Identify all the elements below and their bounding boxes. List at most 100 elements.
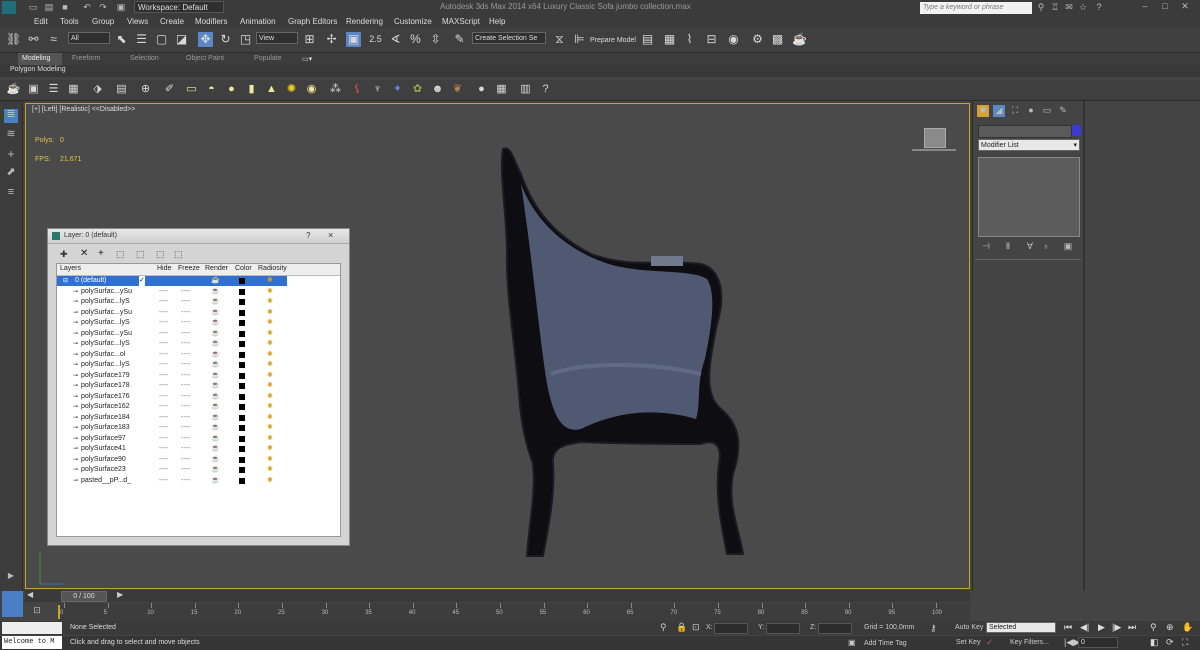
align-icon[interactable]: ⊫ [572,32,587,47]
hierarchy-tab-icon[interactable]: ⛶ [1009,105,1021,117]
reference-coordinate-dropdown[interactable]: View [256,32,298,44]
object-icon[interactable]: ⊸ [73,381,78,391]
key-filters-button[interactable]: Key Filters... [1010,639,1049,646]
layer-color-swatch[interactable] [239,456,245,463]
layer-stack-icon[interactable]: ≣ [4,109,18,123]
hide-toggle[interactable]: ---- [159,381,168,391]
time-slider-thumb[interactable]: 0 / 100 [61,591,107,602]
sphere-icon[interactable]: ● [224,82,239,97]
expand-arrow-icon[interactable]: ▶ [4,571,18,585]
col-color[interactable]: Color [235,265,252,272]
curve-editor-icon[interactable]: ⌇ [682,32,697,47]
select-and-move-icon[interactable]: ✥ [198,32,213,47]
layer-color-swatch[interactable] [239,309,245,316]
previous-frame-icon[interactable]: ◀| [1080,622,1089,633]
x-coordinate-field[interactable] [714,623,748,634]
render-teapot-icon[interactable]: ☕ [211,350,220,360]
object-icon[interactable]: ⊸ [73,413,78,423]
object-color-swatch[interactable] [1072,125,1081,136]
time-slider[interactable]: 0 / 100 ◀ ▶ [25,590,970,602]
render-teapot-icon[interactable]: ☕ [211,434,220,444]
ribbon-options-icon[interactable]: ▭▾ [302,55,312,63]
teapot-icon[interactable]: ☕ [6,82,21,97]
render-teapot-icon[interactable]: ☕ [211,423,220,433]
select-objects-icon[interactable]: ⬚ [116,249,125,260]
layer-row[interactable]: polySurface162 ⊸ ---- ---- ☕ ✺ [57,402,287,412]
freeze-toggle[interactable]: ---- [181,381,190,391]
material-ball-icon[interactable]: ● [474,82,489,97]
render-setup-icon[interactable]: ⚙ [750,32,765,47]
unlink-icon[interactable]: ⚯ [26,32,41,47]
radiosity-icon[interactable]: ✺ [267,318,273,328]
utilities-tab-icon[interactable]: ✎ [1057,105,1069,117]
make-unique-icon[interactable]: ∀ [1025,241,1035,251]
radiosity-icon[interactable]: ✺ [267,297,273,307]
create-layer-icon[interactable]: ✚ [60,249,68,260]
material-editor-icon[interactable]: ◉ [726,32,741,47]
object-icon[interactable]: ⊸ [73,329,78,339]
open-file-icon[interactable]: ▤ [44,2,54,12]
viewport-label[interactable]: [+] [Left] [Realistic] <<Disabled>> [32,106,135,113]
collapse-icon[interactable]: ⊟ [63,276,68,286]
freeze-toggle[interactable]: ---- [181,318,190,328]
modifier-stack-list[interactable] [978,157,1080,237]
render-teapot-icon[interactable]: ☕ [211,287,220,297]
layer-color-swatch[interactable] [239,330,245,337]
object-icon[interactable]: ⊸ [73,318,78,328]
go-to-end-icon[interactable]: ⏭ [1128,622,1136,633]
layer-row[interactable]: polySurfac...ySu ⊸ ---- ---- ☕ ✺ [57,308,287,318]
select-manipulate-icon[interactable]: ✢ [324,32,339,47]
graphite-toggle-icon[interactable]: ▦ [662,32,677,47]
render-teapot-icon[interactable]: ☕ [211,329,220,339]
remove-modifier-icon[interactable]: ♁ [1041,241,1051,251]
prev-frame-icon[interactable]: ◀ [27,590,33,599]
menu-views[interactable]: Views [127,17,148,26]
object-icon[interactable]: ⊸ [73,444,78,454]
subscription-icon[interactable]: ♖ [1050,2,1060,12]
layer-list[interactable]: Layers Hide Freeze Render Color Radiosit… [56,263,341,537]
hide-toggle[interactable]: ---- [159,287,168,297]
hide-toggle[interactable]: ---- [159,308,168,318]
pan-icon[interactable]: ✋ [1182,622,1193,633]
list-icon[interactable]: ☰ [46,82,61,97]
hide-all-icon[interactable]: ⬚ [156,249,165,260]
isolate-icon[interactable]: ⚲ [660,622,667,633]
hide-toggle[interactable]: ---- [159,329,168,339]
redo-icon[interactable]: ↷ [98,2,108,12]
radiosity-icon[interactable]: ✺ [267,476,273,486]
particle-icon[interactable]: ⁂ [328,82,343,97]
keyboard-shortcut-override-icon[interactable]: ▣ [346,32,361,47]
render-teapot-icon[interactable]: ☕ [211,455,220,465]
motion-tab-icon[interactable]: ● [1025,105,1037,117]
snaps-toggle-icon[interactable]: 2.5 [368,32,383,47]
y-coordinate-field[interactable] [766,623,800,634]
select-and-rotate-icon[interactable]: ↻ [218,32,233,47]
tab-freeform[interactable]: Freeform [72,55,100,62]
search-input[interactable]: Type a keyword or phrase [920,2,1032,14]
chair-model[interactable] [481,144,801,564]
table-icon[interactable]: ▦ [66,82,81,97]
render-teapot-icon[interactable]: ☕ [211,392,220,402]
next-frame-button-icon[interactable]: |▶ [1112,622,1121,633]
media-icon[interactable]: ▥ [518,82,533,97]
spinner-snap-icon[interactable]: ⇳ [428,32,443,47]
xref-icon[interactable]: ⬗ [90,82,105,97]
track-bar[interactable]: 0 5 10 15 20 25 30 35 40 45 50 55 60 65 70 75 80 85 90 95 10… [58,603,970,621]
maximize-icon[interactable]: □ [1160,1,1170,11]
object-icon[interactable]: ⊸ [73,350,78,360]
layer-color-swatch[interactable] [239,362,245,368]
layer-color-swatch[interactable] [239,404,245,410]
layer-color-swatch[interactable] [239,383,245,389]
tab-populate[interactable]: Populate [254,55,282,62]
hide-toggle[interactable]: ---- [159,413,168,423]
hide-toggle[interactable]: ---- [159,434,168,444]
layer-color-swatch[interactable] [239,341,245,347]
hide-toggle[interactable]: ---- [159,339,168,349]
display-tab-icon[interactable]: ▭ [1041,105,1053,117]
hide-toggle[interactable]: ---- [159,465,168,475]
app-logo-icon[interactable] [2,1,16,14]
tab-selection[interactable]: Selection [130,55,159,62]
layer-color-swatch[interactable] [239,414,245,421]
layers-icon[interactable]: ≋ [4,129,18,143]
viewcube[interactable] [924,128,946,148]
